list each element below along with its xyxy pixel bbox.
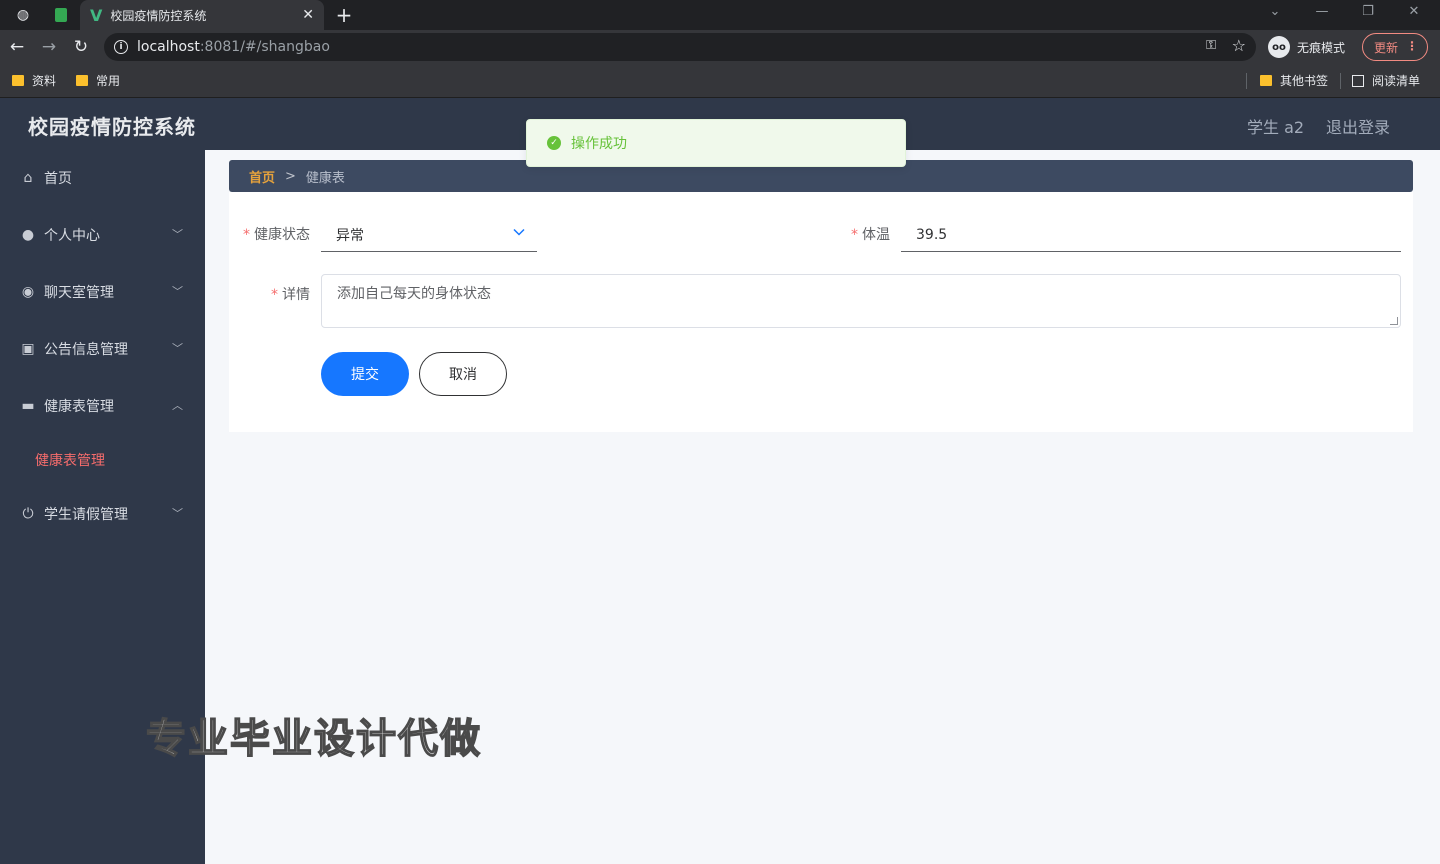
toast-text: 操作成功 [571, 136, 627, 152]
sidebar-item-label: 首页 [44, 171, 72, 187]
status-label-text: 健康状态 [254, 227, 310, 243]
detail-label: * 详情 [271, 284, 310, 304]
required-mark: * [851, 227, 858, 243]
url-path: :8081/#/shangbao [199, 39, 330, 55]
url-host: localhost [137, 39, 200, 55]
sidebar-item-chatroom[interactable]: ◉ 聊天室管理 ﹀ [0, 264, 205, 320]
status-label: * 健康状态 [243, 224, 310, 244]
chat-icon: ◉ [21, 284, 35, 300]
breadcrumb-current: 健康表 [305, 170, 345, 186]
bookmark-separator [1340, 73, 1341, 89]
incognito-label: 无痕模式 [1297, 40, 1346, 55]
submit-button[interactable]: 提交 [321, 352, 409, 396]
chevron-up-icon: ︿ [172, 399, 183, 412]
close-icon[interactable]: ✕ [302, 7, 314, 23]
health-status-select[interactable]: 异常 [321, 218, 537, 252]
minimize-icon[interactable]: — [1302, 0, 1342, 22]
key-icon[interactable]: ⚿ [1206, 38, 1216, 53]
update-label: 更新 [1374, 40, 1399, 55]
bookmark-separator [1246, 73, 1247, 89]
other-bookmarks[interactable]: 其他书签 [1260, 72, 1328, 89]
bookmark-folder[interactable]: 资料 [12, 72, 56, 89]
forward-icon[interactable]: → [36, 34, 62, 60]
more-vert-icon: ⋮ [1406, 39, 1418, 53]
reading-list[interactable]: 阅读清单 [1352, 72, 1420, 89]
folder-icon [76, 75, 88, 86]
sidebar-item-home[interactable]: ⌂ 首页 [0, 150, 205, 206]
health-icon: ▬ [21, 398, 35, 414]
resize-handle[interactable] [1390, 317, 1398, 325]
globe-icon[interactable]: ◍ [12, 4, 34, 26]
sidebar-item-label: 学生请假管理 [44, 507, 128, 523]
watermark-text: 专业毕业设计代做 [145, 715, 482, 763]
required-mark: * [243, 227, 250, 243]
chevron-down-icon: ﹀ [172, 228, 183, 241]
tab-title: 校园疫情防控系统 [110, 8, 207, 23]
sidebar-item-notice[interactable]: ▣ 公告信息管理 ﹀ [0, 321, 205, 377]
bookmark-label: 资料 [32, 74, 57, 88]
detail-textarea[interactable]: 添加自己每天的身体状态 [321, 274, 1401, 328]
cancel-button[interactable]: 取消 [419, 352, 507, 396]
sidebar-item-personal-center[interactable]: ● 个人中心 ﹀ [0, 207, 205, 263]
vue-icon: V [90, 5, 103, 25]
user-icon: ● [21, 227, 35, 243]
sidebar-item-health[interactable]: ▬ 健康表管理 ︿ [0, 378, 205, 434]
user-name[interactable]: 学生 a2 [1247, 114, 1304, 138]
back-icon[interactable]: ← [4, 34, 30, 60]
sidebar-item-label: 健康表管理 [44, 399, 114, 415]
sidebar-item-leave[interactable]: ⏻ 学生请假管理 ﹀ [0, 486, 205, 542]
app-title: 校园疫情防控系统 [28, 115, 196, 139]
sidebar-item-label: 聊天室管理 [44, 285, 114, 301]
restore-icon[interactable]: ❐ [1348, 0, 1388, 22]
bookmark-label: 常用 [96, 74, 121, 88]
folder-icon [1260, 75, 1272, 86]
bookmarks-bar: 资料 常用 其他书签 阅读清单 [0, 64, 1440, 98]
browser-tab-bar: ◍ V 校园疫情防控系统 ✕ + ⌄ — ❐ ✕ [0, 0, 1440, 30]
sidebar-item-label: 公告信息管理 [44, 342, 128, 358]
reading-list-icon [1352, 74, 1364, 87]
sheets-icon[interactable] [50, 4, 72, 26]
address-bar[interactable]: i localhost :8081/#/shangbao ⚿ ☆ [104, 33, 1256, 61]
incognito-indicator[interactable]: oo 无痕模式 [1268, 35, 1345, 59]
incognito-icon: oo [1268, 36, 1290, 58]
temperature-label: * 体温 [851, 224, 890, 244]
notice-icon: ▣ [21, 341, 35, 357]
power-icon: ⏻ [22, 506, 34, 522]
required-mark: * [271, 287, 278, 303]
detail-placeholder: 添加自己每天的身体状态 [337, 286, 491, 302]
reload-icon[interactable]: ↻ [68, 34, 94, 60]
bookmark-label: 阅读清单 [1372, 74, 1421, 88]
browser-toolbar: ← → ↻ i localhost :8081/#/shangbao ⚿ ☆ o… [0, 30, 1440, 64]
detail-label-text: 详情 [282, 287, 310, 303]
folder-icon [12, 75, 24, 86]
chevron-down-icon: ﹀ [172, 285, 183, 298]
active-tab[interactable]: V 校园疫情防控系统 ✕ [80, 0, 324, 30]
sidebar-item-label: 个人中心 [44, 228, 100, 244]
update-button[interactable]: 更新 ⋮ [1362, 33, 1428, 61]
chevron-down-icon [513, 228, 525, 236]
logout-link[interactable]: 退出登录 [1326, 114, 1390, 138]
chevron-down-icon: ﹀ [172, 507, 183, 520]
success-toast: ✓ 操作成功 [526, 119, 906, 167]
health-form: * 健康状态 异常 * 体温 39.5 * 详情 添加自己每天的身体状态 提交 取消 [229, 192, 1413, 432]
close-window-icon[interactable]: ✕ [1394, 0, 1434, 22]
check-circle-icon: ✓ [547, 136, 561, 150]
home-icon: ⌂ [23, 170, 33, 186]
new-tab-button[interactable]: + [332, 0, 356, 30]
bookmark-label: 其他书签 [1280, 74, 1329, 88]
breadcrumb-home[interactable]: 首页 [249, 167, 275, 186]
health-status-value: 异常 [336, 227, 364, 244]
temperature-label-text: 体温 [862, 227, 890, 243]
temperature-input[interactable]: 39.5 [901, 218, 1401, 252]
info-icon[interactable]: i [114, 40, 128, 54]
chevron-down-icon: ﹀ [172, 342, 183, 355]
bookmark-folder[interactable]: 常用 [76, 72, 120, 89]
sidebar-subitem-health-table[interactable]: 健康表管理 [0, 435, 205, 485]
breadcrumb-separator: > [285, 168, 296, 184]
tab-search-icon[interactable]: ⌄ [1255, 0, 1295, 22]
star-icon[interactable]: ☆ [1232, 36, 1246, 55]
